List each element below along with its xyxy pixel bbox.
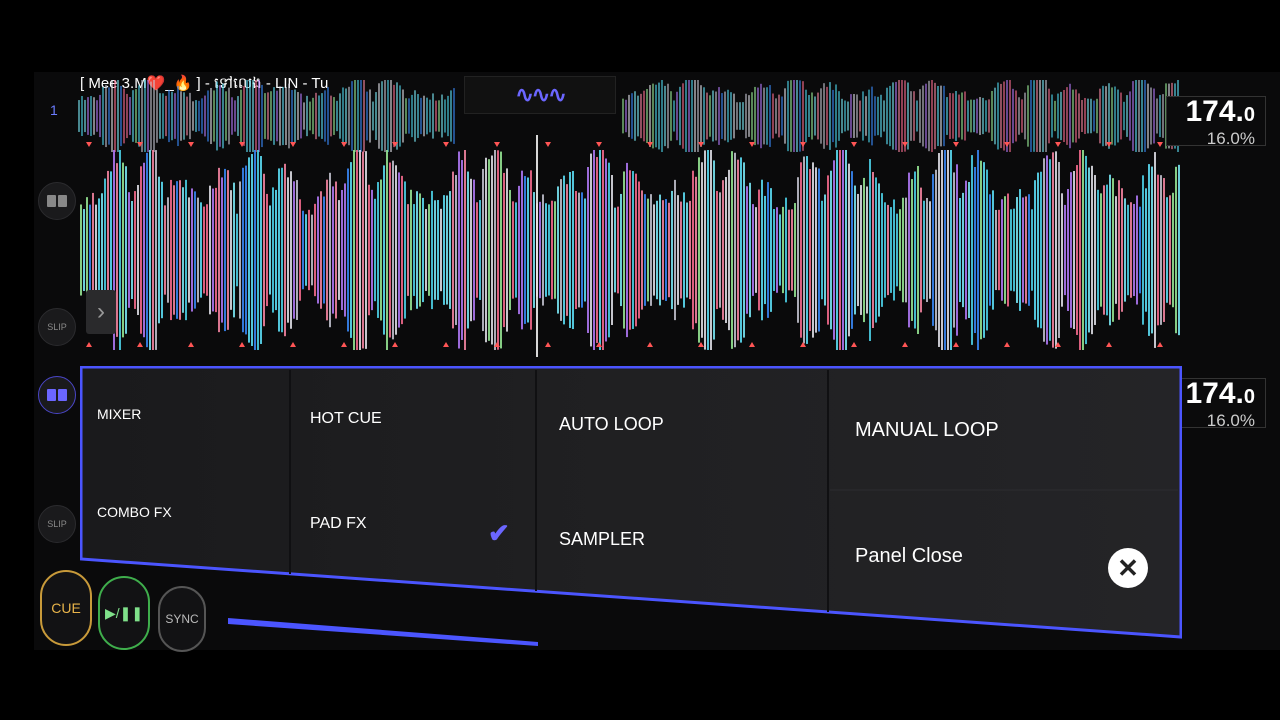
beat-marker	[1157, 142, 1163, 147]
beat-marker	[800, 142, 806, 147]
beat-marker	[647, 142, 653, 147]
expand-button[interactable]: ›	[86, 290, 116, 334]
beat-marker	[545, 142, 551, 147]
beat-marker	[698, 142, 704, 147]
beat-marker	[239, 142, 245, 147]
beat-marker	[902, 342, 908, 347]
beat-marker	[596, 142, 602, 147]
deck1-pitch: 16.0%	[1206, 129, 1255, 148]
waveform-icon: ∿∿∿	[515, 82, 566, 107]
play-pause-button[interactable]: ▶/❚❚	[98, 576, 150, 650]
deck2-slip-button[interactable]: SLIP	[38, 505, 76, 543]
layout-icon-left	[47, 389, 56, 401]
deck1-bpm-dec: 0	[1243, 104, 1255, 126]
beat-markers-bottom	[80, 342, 1180, 350]
cue-button[interactable]: CUE	[40, 570, 92, 646]
beat-marker	[545, 342, 551, 347]
layout-icon-right	[58, 389, 67, 401]
beat-marker	[392, 342, 398, 347]
pitch-slider-track[interactable]	[228, 616, 538, 646]
beat-marker	[1055, 342, 1061, 347]
beat-marker	[647, 342, 653, 347]
beat-marker	[800, 342, 806, 347]
beat-marker	[851, 342, 857, 347]
panel-item-manual-loop[interactable]: MANUAL LOOP	[855, 419, 999, 442]
beat-marker	[1157, 342, 1163, 347]
sync-button[interactable]: SYNC	[158, 586, 206, 652]
beat-marker	[188, 342, 194, 347]
beat-marker	[494, 142, 500, 147]
beat-marker	[596, 342, 602, 347]
layout-icon-right	[58, 195, 67, 207]
deck2-layout-button[interactable]	[38, 376, 76, 414]
beat-marker	[1004, 142, 1010, 147]
slip-label: SLIP	[47, 322, 67, 332]
beat-marker	[137, 342, 143, 347]
deck1-bpm-int: 174.	[1185, 95, 1244, 128]
beat-marker	[443, 142, 449, 147]
panel-item-combo-fx[interactable]: COMBO FX	[97, 504, 172, 520]
check-icon: ✔	[488, 518, 510, 548]
deck1-layout-button[interactable]	[38, 182, 76, 220]
beat-marker	[1055, 142, 1061, 147]
beat-marker	[698, 342, 704, 347]
beat-marker	[341, 342, 347, 347]
beat-marker	[290, 142, 296, 147]
beat-marker	[851, 142, 857, 147]
panel-item-mixer[interactable]: MIXER	[97, 406, 141, 422]
waveform-view-button[interactable]: ∿∿∿	[464, 76, 616, 114]
deck1-bpm-display[interactable]: 174.0 16.0%	[1166, 95, 1266, 148]
beat-marker	[341, 142, 347, 147]
slip-label: SLIP	[47, 519, 67, 529]
beat-marker	[137, 142, 143, 147]
beat-marker	[86, 342, 92, 347]
deck2-bpm-int: 174.	[1185, 377, 1244, 410]
panel-item-pad-fx[interactable]: PAD FX	[310, 515, 367, 533]
beat-marker	[188, 142, 194, 147]
beat-marker	[494, 342, 500, 347]
panel-item-hot-cue[interactable]: HOT CUE	[310, 410, 382, 428]
chevron-right-icon: ›	[97, 298, 105, 325]
beat-marker	[86, 142, 92, 147]
beat-marker	[239, 342, 245, 347]
deck2-bpm-dec: 0	[1243, 386, 1255, 408]
beat-marker	[1106, 142, 1112, 147]
beat-marker	[749, 142, 755, 147]
beat-marker	[392, 142, 398, 147]
beat-marker	[749, 342, 755, 347]
layout-icon-left	[47, 195, 56, 207]
panel-select-overlay	[80, 366, 1182, 639]
close-icon[interactable]: ✕	[1108, 548, 1148, 588]
beat-marker	[1004, 342, 1010, 347]
beat-marker	[902, 142, 908, 147]
panel-close-button[interactable]: Panel Close	[855, 545, 963, 568]
beat-marker	[953, 142, 959, 147]
panel-item-sampler[interactable]: SAMPLER	[559, 529, 645, 550]
beat-marker	[443, 342, 449, 347]
beat-markers-top	[80, 142, 1180, 150]
beat-marker	[290, 342, 296, 347]
main-waveform[interactable]	[80, 150, 1180, 350]
playhead	[536, 135, 538, 357]
beat-marker	[1106, 342, 1112, 347]
beat-marker	[953, 342, 959, 347]
panel-item-auto-loop[interactable]: AUTO LOOP	[559, 414, 664, 435]
deck-number: 1	[50, 102, 58, 118]
deck1-slip-button[interactable]: SLIP	[38, 308, 76, 346]
